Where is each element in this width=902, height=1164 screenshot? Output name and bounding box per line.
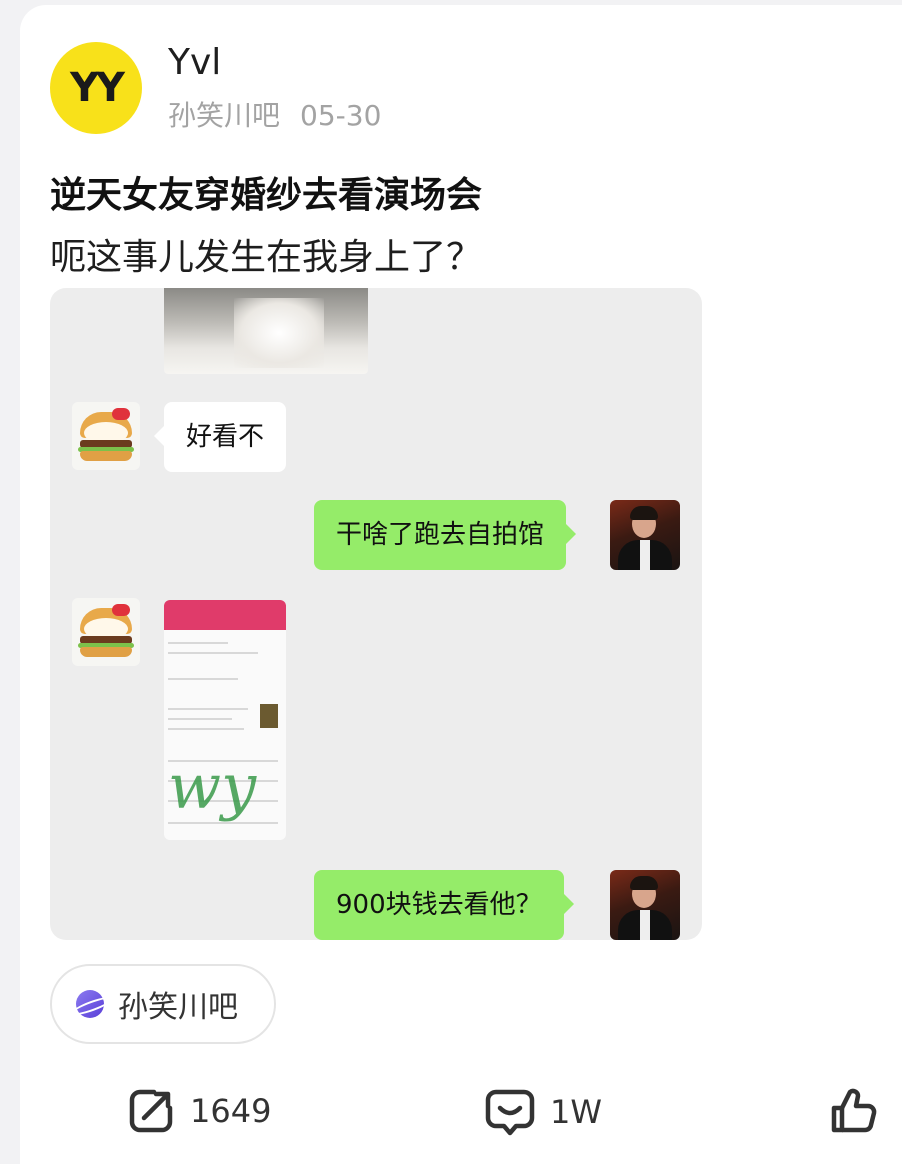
user-avatar[interactable]: YY xyxy=(50,42,142,134)
comment-count: 1W xyxy=(550,1093,602,1131)
post-body: 呃这事儿发生在我身上了？ xyxy=(50,237,483,278)
man-avatar xyxy=(610,870,680,940)
share-count: 1649 xyxy=(190,1092,272,1130)
share-icon xyxy=(129,1089,173,1133)
wedding-photo xyxy=(164,288,368,374)
forum-name[interactable]: 孙笑川吧 xyxy=(168,99,280,132)
chat-bubble-left: 好看不 xyxy=(153,402,287,472)
post-title: 逆天女友穿婚纱去看演场会 xyxy=(50,175,483,216)
username[interactable]: Yvl xyxy=(168,42,221,83)
forum-tag-label: 孙笑川吧 xyxy=(118,990,238,1025)
man-avatar xyxy=(610,500,680,570)
hello-kitty-avatar xyxy=(72,402,140,470)
chat-screenshot-image[interactable]: 好看不 干啥了跑去自拍馆 wy 900块钱去看他？ xyxy=(50,288,702,940)
like-button[interactable] xyxy=(828,1086,878,1136)
post-date: 05-30 xyxy=(300,99,382,132)
comment-button[interactable]: 1W xyxy=(484,1086,602,1138)
order-screenshot-image: wy xyxy=(164,600,286,840)
hello-kitty-avatar xyxy=(72,598,140,666)
chat-bubble-right: 900块钱去看他？ xyxy=(314,870,574,940)
comment-icon xyxy=(485,1089,535,1136)
post-meta: 孙笑川吧 05-30 xyxy=(168,94,381,134)
chat-bubble-right: 干啥了跑去自拍馆 xyxy=(314,500,577,570)
forum-tag-button[interactable]: 孙笑川吧 xyxy=(50,964,276,1044)
thumbs-up-icon xyxy=(831,1088,877,1133)
share-button[interactable]: 1649 xyxy=(126,1086,271,1136)
planet-icon xyxy=(76,990,104,1018)
